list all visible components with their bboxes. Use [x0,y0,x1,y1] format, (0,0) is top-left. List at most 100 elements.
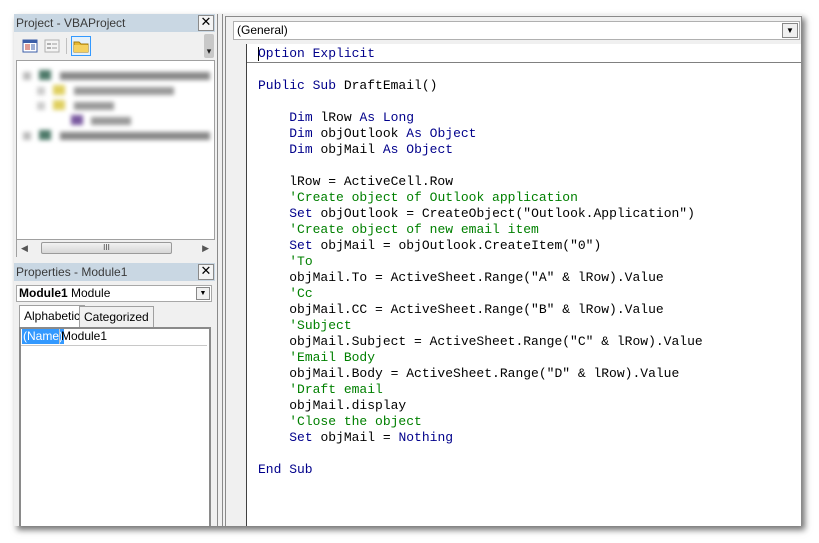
property-divider [59,329,60,344]
object-procedure-dropdown[interactable]: (General) ▼ [233,21,800,40]
code-text: objOutlook [320,126,407,141]
view-object-icon [44,39,60,53]
toolbar-separator [66,38,67,54]
code-line[interactable]: 'Create object of new email item [258,222,539,238]
code-text: objMail.Subject = ActiveSheet.Range("C" … [258,334,703,349]
view-code-button[interactable] [20,36,40,56]
code-text: objMail.CC = ActiveSheet.Range("B" & lRo… [258,302,664,317]
code-keyword: Set [289,206,321,221]
code-keyword: Nothing [398,430,454,445]
code-window: (General) ▼ Option Explicit Public Sub Dr… [225,16,802,526]
property-value[interactable]: Module1 [61,329,107,344]
code-line[interactable]: lRow = ActiveCell.Row [258,174,453,190]
tree-item-blurred[interactable] [23,127,213,140]
code-text: DraftEmail() [343,78,438,93]
code-comment: 'Create object of new email item [289,222,539,237]
code-editor[interactable]: Option Explicit Public Sub DraftEmail() D… [247,44,801,526]
code-line[interactable]: Set objMail = Nothing [258,430,453,446]
properties-panel-close-button[interactable]: ✕ [198,264,214,280]
code-keyword: Set [289,238,321,253]
dock-splitter[interactable] [217,14,223,526]
scroll-thumb[interactable]: III [41,242,172,254]
toolbar-overflow-button[interactable]: ▾ [204,34,214,58]
properties-grid: (Name) Module1 [19,327,211,526]
code-keyword: As Object [406,126,477,141]
code-keyword: Dim [289,110,321,125]
code-line[interactable]: Option Explicit [258,46,375,62]
project-tree[interactable] [16,60,215,240]
view-object-button[interactable] [42,36,62,56]
code-line[interactable]: objMail.CC = ActiveSheet.Range("B" & lRo… [258,302,664,318]
scroll-right-arrow-icon[interactable]: ▶ [202,243,209,254]
code-line[interactable]: 'To [258,254,313,270]
view-code-icon [22,39,38,53]
code-line[interactable]: 'Close the object [258,414,422,430]
code-comment: 'Cc [289,286,313,301]
object-selector[interactable]: Module1 Module ▼ [16,285,212,302]
tree-item-blurred[interactable] [37,97,207,110]
code-line[interactable]: Dim lRow As Long [258,110,414,126]
folder-icon [73,41,89,53]
code-line[interactable]: 'Email Body [258,350,375,366]
code-comment: 'To [289,254,313,269]
code-keyword: End Sub [258,462,313,477]
code-line[interactable]: objMail.Body = ActiveSheet.Range("D" & l… [258,366,679,382]
properties-panel-title: Properties - Module1 ✕ [14,263,215,281]
code-line[interactable]: objMail.display [258,398,406,414]
code-text: objMail.Body = ActiveSheet.Range("D" & l… [258,366,680,381]
margin-indicator-bar[interactable] [226,44,247,526]
code-comment: 'Email Body [289,350,376,365]
properties-panel-title-text: Properties - Module1 [16,265,128,279]
tab-alphabetic[interactable]: Alphabetic [19,305,86,327]
declarations-separator [247,62,801,63]
code-line[interactable]: objMail.Subject = ActiveSheet.Range("C" … [258,334,703,350]
code-text: objMail = objOutlook.CreateItem("0") [320,238,602,253]
object-name: Module1 [19,286,68,300]
tree-item-blurred[interactable] [37,82,207,95]
project-panel-title: Project - VBAProject ✕ [14,14,215,32]
code-comment: 'Draft email [289,382,383,397]
code-keyword: As Long [359,110,415,125]
code-text: lRow [320,110,360,125]
property-row[interactable]: (Name) Module1 [21,329,207,346]
code-comment: 'Close the object [289,414,422,429]
project-tree-hscrollbar[interactable]: ◀ III ▶ [16,240,215,257]
tab-categorized[interactable]: Categorized [79,306,154,327]
code-keyword: Option Explicit [258,46,376,61]
code-line[interactable]: 'Create object of Outlook application [258,190,578,206]
property-name[interactable]: (Name) [22,329,65,344]
scroll-left-arrow-icon[interactable]: ◀ [21,243,28,254]
code-keyword: Set [289,430,321,445]
code-line[interactable]: End Sub [258,462,313,478]
project-panel-close-button[interactable]: ✕ [198,15,214,31]
toggle-folders-button[interactable] [71,36,91,56]
code-line[interactable]: Set objOutlook = CreateObject("Outlook.A… [258,206,695,222]
code-keyword: Dim [289,142,321,157]
code-text: objMail [320,142,383,157]
code-line[interactable]: 'Subject [258,318,351,334]
code-comment: 'Create object of Outlook application [289,190,578,205]
code-line[interactable]: Dim objOutlook As Object [258,126,476,142]
code-text: objMail.To = ActiveSheet.Range("A" & lRo… [258,270,664,285]
code-line[interactable]: Dim objMail As Object [258,142,453,158]
tree-item-blurred[interactable] [71,112,191,125]
code-line[interactable]: objMail.To = ActiveSheet.Range("A" & lRo… [258,270,664,286]
code-line[interactable]: 'Draft email [258,382,383,398]
tree-item-blurred[interactable] [23,67,213,80]
code-line[interactable]: 'Cc [258,286,313,302]
code-line[interactable]: Set objMail = objOutlook.CreateItem("0") [258,238,601,254]
chevron-down-icon[interactable]: ▼ [782,23,798,38]
chevron-down-icon[interactable]: ▼ [196,287,210,300]
project-toolbar: ▾ [14,32,215,60]
code-line[interactable]: Public Sub DraftEmail() [258,78,437,94]
vba-editor-window: Project - VBAProject ✕ ▾ ◀ III ▶ Propert… [14,14,802,526]
